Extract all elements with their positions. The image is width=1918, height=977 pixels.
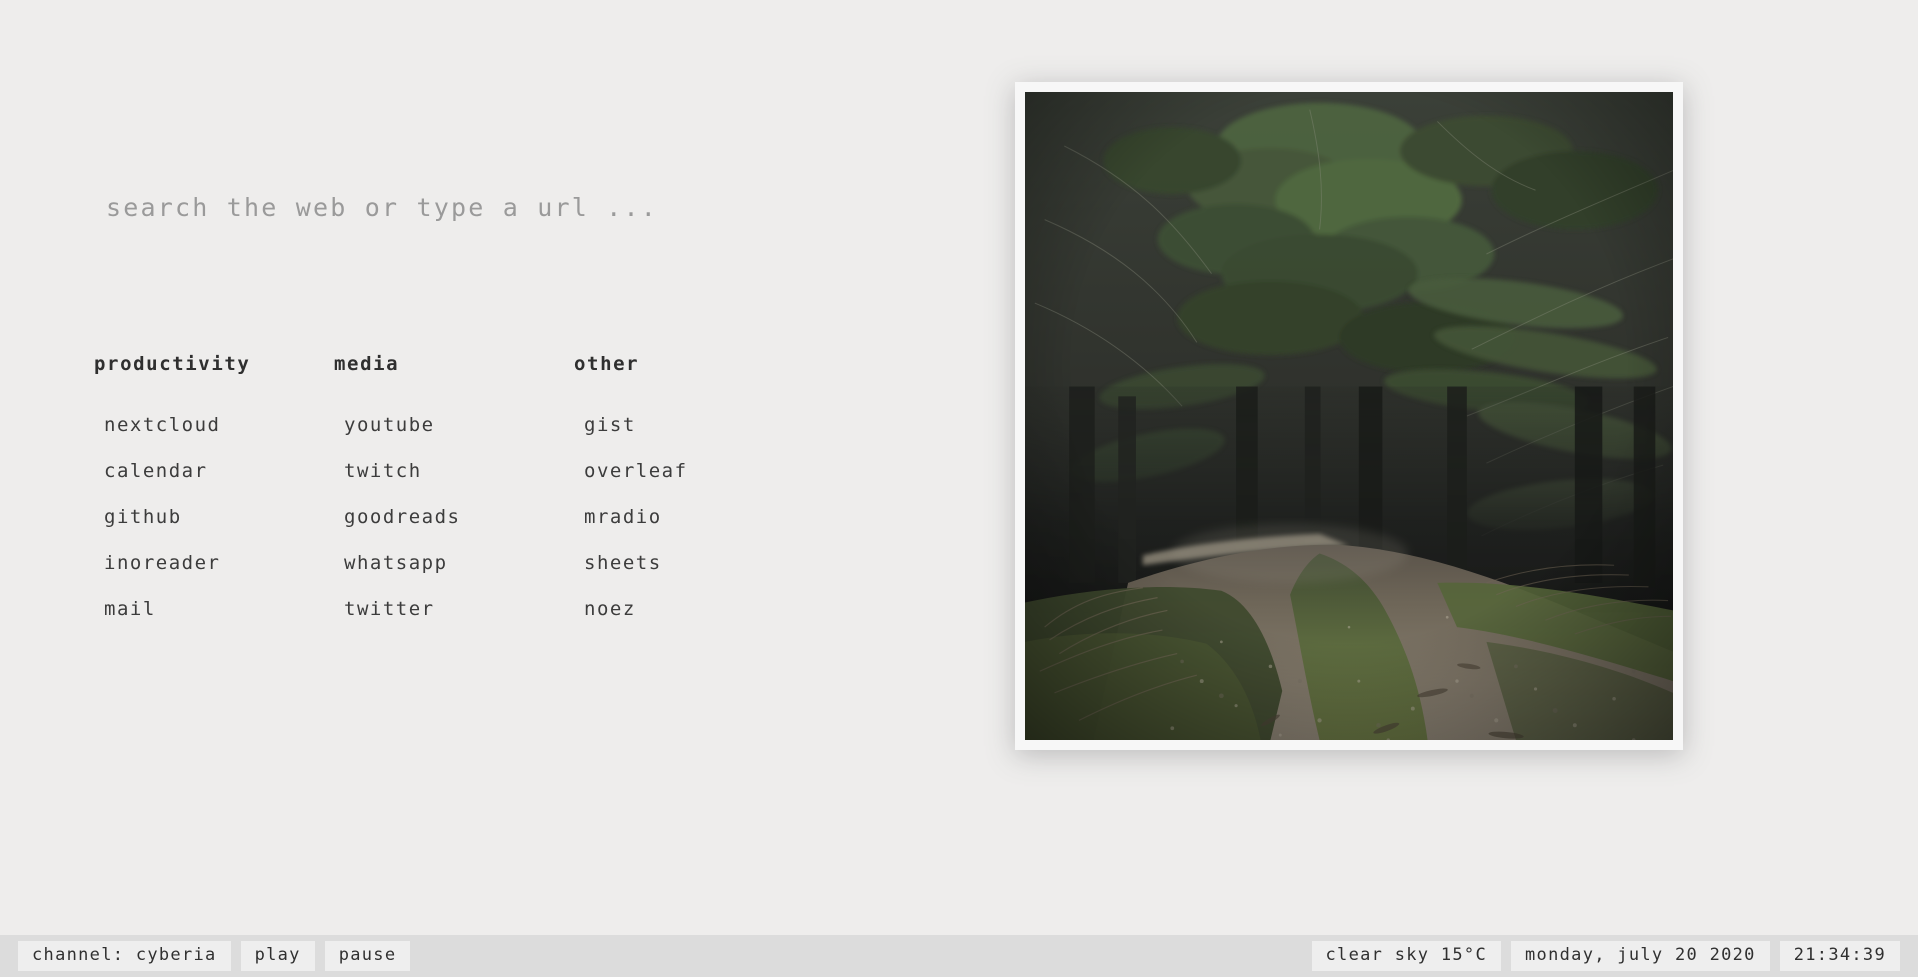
list-item[interactable]: calendar: [94, 460, 334, 482]
clock-display: 21:34:39: [1779, 940, 1900, 972]
photo-frame: [1015, 82, 1683, 750]
link-overleaf[interactable]: overleaf: [584, 460, 688, 482]
list-item[interactable]: noez: [574, 598, 814, 620]
pause-button[interactable]: pause: [324, 940, 411, 972]
date-display: monday, july 20 2020: [1511, 940, 1770, 972]
list-item[interactable]: mradio: [574, 506, 814, 528]
link-inoreader[interactable]: inoreader: [104, 552, 220, 574]
list-item[interactable]: twitch: [334, 460, 574, 482]
column-media: media youtube twitch goodreads whatsapp …: [334, 353, 574, 620]
link-list-media: youtube twitch goodreads whatsapp twitte…: [334, 414, 574, 620]
link-goodreads[interactable]: goodreads: [344, 506, 460, 528]
list-item[interactable]: youtube: [334, 414, 574, 436]
link-list-productivity: nextcloud calendar github inoreader mail: [94, 414, 334, 620]
link-nextcloud[interactable]: nextcloud: [104, 414, 220, 436]
link-gist[interactable]: gist: [584, 414, 636, 436]
column-header-media: media: [334, 353, 400, 375]
list-item[interactable]: gist: [574, 414, 814, 436]
list-item[interactable]: nextcloud: [94, 414, 334, 436]
search-bar[interactable]: [106, 193, 866, 233]
play-button[interactable]: play: [240, 940, 315, 972]
link-github[interactable]: github: [104, 506, 182, 528]
link-mradio[interactable]: mradio: [584, 506, 662, 528]
link-twitter[interactable]: twitter: [344, 598, 435, 620]
list-item[interactable]: mail: [94, 598, 334, 620]
list-item[interactable]: goodreads: [334, 506, 574, 528]
radio-channel-label: channel: cyberia: [18, 940, 231, 972]
column-other: other gist overleaf mradio sheets noez: [574, 353, 814, 620]
link-noez[interactable]: noez: [584, 598, 636, 620]
weather-status: clear sky 15°C: [1311, 940, 1502, 972]
link-whatsapp[interactable]: whatsapp: [344, 552, 448, 574]
list-item[interactable]: inoreader: [94, 552, 334, 574]
column-productivity: productivity nextcloud calendar github i…: [94, 353, 334, 620]
status-bar-left: channel: cyberia play pause: [18, 940, 411, 972]
list-item[interactable]: overleaf: [574, 460, 814, 482]
list-item[interactable]: twitter: [334, 598, 574, 620]
list-item[interactable]: sheets: [574, 552, 814, 574]
link-twitch[interactable]: twitch: [344, 460, 422, 482]
link-youtube[interactable]: youtube: [344, 414, 435, 436]
startpage-root: productivity nextcloud calendar github i…: [0, 0, 1918, 977]
link-sheets[interactable]: sheets: [584, 552, 662, 574]
link-mail[interactable]: mail: [104, 598, 156, 620]
list-item[interactable]: whatsapp: [334, 552, 574, 574]
bookmark-columns: productivity nextcloud calendar github i…: [94, 353, 814, 620]
forest-photo: [1025, 92, 1673, 740]
status-bar: channel: cyberia play pause clear sky 15…: [0, 935, 1918, 977]
link-calendar[interactable]: calendar: [104, 460, 208, 482]
link-list-other: gist overleaf mradio sheets noez: [574, 414, 814, 620]
column-header-other: other: [574, 353, 640, 375]
list-item[interactable]: github: [94, 506, 334, 528]
status-bar-right: clear sky 15°C monday, july 20 2020 21:3…: [1311, 940, 1900, 972]
search-input[interactable]: [106, 193, 866, 222]
column-header-productivity: productivity: [94, 353, 251, 375]
